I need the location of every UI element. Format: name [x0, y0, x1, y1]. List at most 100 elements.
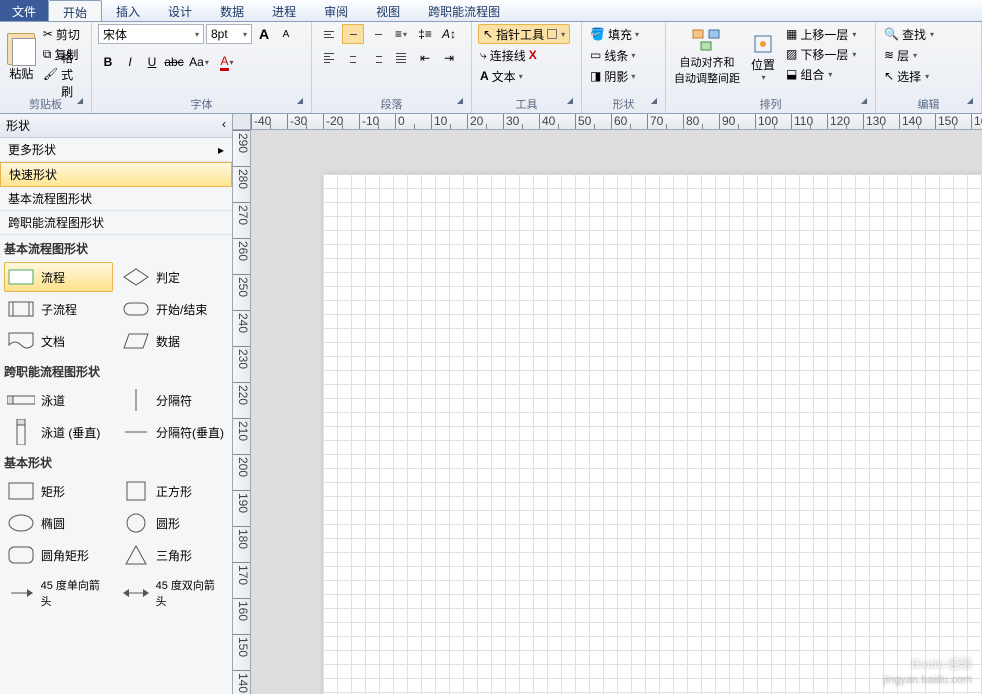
underline-button[interactable]: U: [142, 52, 162, 72]
bullets-button[interactable]: ≡▾: [390, 24, 412, 44]
connector-tool-button[interactable]: ⤷ 连接线 X: [478, 45, 539, 65]
align-top-right-button[interactable]: [366, 24, 388, 44]
change-case-button[interactable]: Aa▾: [186, 52, 212, 72]
shape-label: 矩形: [41, 483, 65, 500]
decrease-indent-button[interactable]: ⇤: [414, 48, 436, 68]
shadow-label: 阴影: [604, 68, 628, 85]
layers-button[interactable]: ≋层▾: [882, 45, 919, 65]
send-backward-button[interactable]: ▨下移一层▾: [784, 44, 858, 64]
chevron-left-icon[interactable]: ‹: [222, 117, 226, 134]
shapes-header-basic: 基本形状: [0, 449, 232, 474]
shadow-button[interactable]: ◨阴影▾: [588, 66, 637, 86]
shape-ellipse[interactable]: 椭圆: [4, 508, 113, 538]
back-label: 下移一层: [800, 46, 848, 63]
tab-view[interactable]: 视图: [362, 0, 414, 21]
shape-data[interactable]: 数据: [119, 326, 228, 356]
basic-flowchart-stencil[interactable]: 基本流程图形状: [0, 187, 232, 211]
tab-file[interactable]: 文件: [0, 0, 48, 21]
ruler-corner: [233, 114, 251, 130]
chevron-down-icon: ▾: [243, 30, 247, 39]
parallelogram-icon: [122, 331, 150, 351]
group-button[interactable]: ⬓组合▾: [784, 64, 858, 84]
more-shapes-item[interactable]: 更多形状 ▸: [0, 138, 232, 162]
align-center-button[interactable]: [342, 48, 364, 68]
shape-arrow-45[interactable]: 45 度单向箭头: [4, 572, 113, 614]
bring-forward-button[interactable]: ▦上移一层▾: [784, 24, 858, 44]
vline-icon: [122, 390, 150, 410]
shape-swimlane[interactable]: 泳道: [4, 385, 113, 415]
shape-label: 分隔符(垂直): [156, 424, 224, 441]
line-button[interactable]: ▭线条▾: [588, 45, 637, 65]
shape-subprocess[interactable]: 子流程: [4, 294, 113, 324]
tab-data[interactable]: 数据: [206, 0, 258, 21]
horizontal-ruler[interactable]: -40-30-20-100102030405060708090100110120…: [251, 114, 982, 130]
shape-rounded-rect[interactable]: 圆角矩形: [4, 540, 113, 570]
font-size-combo[interactable]: 8pt▾: [206, 24, 252, 44]
shape-triangle[interactable]: 三角形: [119, 540, 228, 570]
tab-crossfunc[interactable]: 跨职能流程图: [414, 0, 514, 21]
rect-icon: [7, 267, 35, 287]
drawing-page[interactable]: [323, 174, 982, 694]
select-button[interactable]: ↖选择▾: [882, 66, 931, 86]
bold-button[interactable]: B: [98, 52, 118, 72]
hline-icon: [122, 422, 150, 442]
shape-double-arrow-45[interactable]: 45 度双向箭头: [119, 572, 228, 614]
paste-button[interactable]: 粘贴: [6, 24, 37, 90]
text-direction-button[interactable]: A↕: [438, 24, 460, 44]
increase-indent-button[interactable]: ⇥: [438, 48, 460, 68]
quick-shapes-item[interactable]: 快速形状: [0, 162, 232, 187]
cut-button[interactable]: ✂ 剪切: [41, 24, 85, 44]
justify-button[interactable]: [390, 48, 412, 68]
format-label: 格式刷: [61, 49, 83, 100]
pointer-tool-button[interactable]: ↖ 指针工具 ▾: [478, 24, 570, 44]
italic-button[interactable]: I: [120, 52, 140, 72]
align-top-left-button[interactable]: [318, 24, 340, 44]
shape-label: 圆形: [156, 515, 180, 532]
fill-button[interactable]: 🪣填充▾: [588, 24, 641, 44]
shape-circle[interactable]: 圆形: [119, 508, 228, 538]
shrink-font-button[interactable]: A: [276, 24, 296, 44]
shape-swimlane-v[interactable]: 泳道 (垂直): [4, 417, 113, 447]
find-button[interactable]: 🔍查找▾: [882, 24, 936, 44]
strike-icon: abc: [164, 55, 183, 69]
font-color-button[interactable]: A▾: [214, 52, 240, 72]
group-clipboard-label: 剪贴板: [6, 95, 85, 113]
font-name-value: 宋体: [103, 26, 127, 43]
auto-align-button[interactable]: 自动对齐和 自动调整间距: [672, 24, 742, 90]
shape-separator-v[interactable]: 分隔符(垂直): [119, 417, 228, 447]
swimlane-v-icon: [7, 422, 35, 442]
group-shape-label: 形状: [588, 95, 659, 113]
format-painter-button[interactable]: 🖌 格式刷: [41, 64, 85, 84]
position-label: 位置: [751, 56, 775, 73]
align-right-button[interactable]: [366, 48, 388, 68]
ellipse-icon: [7, 513, 35, 533]
tab-review[interactable]: 审阅: [310, 0, 362, 21]
line-spacing-button[interactable]: ‡≡: [414, 24, 436, 44]
tab-process[interactable]: 进程: [258, 0, 310, 21]
shape-terminator[interactable]: 开始/结束: [119, 294, 228, 324]
grow-font-button[interactable]: A: [254, 24, 274, 44]
align-left-button[interactable]: [318, 48, 340, 68]
shape-label: 圆角矩形: [41, 547, 89, 564]
tab-design[interactable]: 设计: [154, 0, 206, 21]
strikethrough-button[interactable]: abc: [164, 52, 184, 72]
watermark: Baidu 经验 jingyan.baidu.com: [883, 648, 972, 686]
font-name-combo[interactable]: 宋体▾: [98, 24, 204, 44]
align-distribute-icon: [691, 28, 723, 54]
group-icon: ⬓: [786, 67, 797, 81]
shape-square[interactable]: 正方形: [119, 476, 228, 506]
tab-insert[interactable]: 插入: [102, 0, 154, 21]
shape-document[interactable]: 文档: [4, 326, 113, 356]
text-tool-button[interactable]: A 文本▾: [478, 66, 525, 86]
rectangle-icon: [7, 481, 35, 501]
crossfunc-stencil[interactable]: 跨职能流程图形状: [0, 211, 232, 235]
cat2-label: 跨职能流程图形状: [8, 214, 104, 231]
shape-decision[interactable]: 判定: [119, 262, 228, 292]
tab-home[interactable]: 开始: [48, 0, 102, 21]
shape-separator[interactable]: 分隔符: [119, 385, 228, 415]
shape-process[interactable]: 流程: [4, 262, 113, 292]
vertical-ruler[interactable]: 2902802702602502402302202102001901801701…: [233, 130, 251, 694]
shape-rectangle[interactable]: 矩形: [4, 476, 113, 506]
position-button[interactable]: 位置▾: [746, 24, 780, 90]
align-top-center-button[interactable]: [342, 24, 364, 44]
